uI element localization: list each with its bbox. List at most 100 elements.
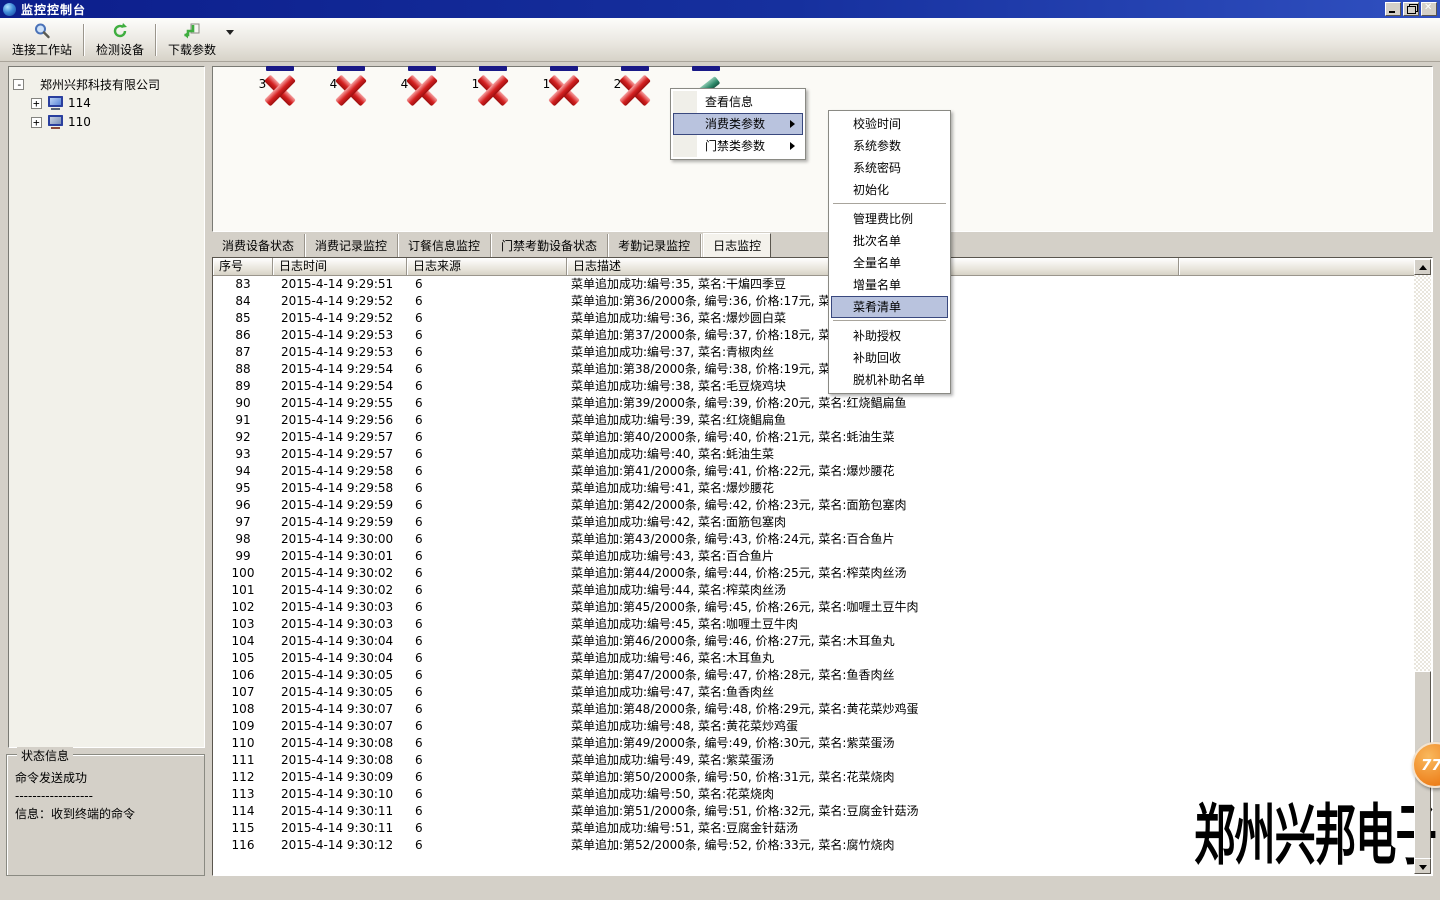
log-cell-id: 106: [213, 667, 273, 684]
log-row[interactable]: 89 2015-4-14 9:29:54 6 菜单追加成功:编号:38, 菜名:…: [213, 378, 1414, 395]
log-cell-id: 93: [213, 446, 273, 463]
col-header-source[interactable]: 日志来源: [407, 258, 567, 276]
submenu-item[interactable]: 全量名单: [831, 252, 948, 274]
submenu-item[interactable]: 批次名单: [831, 230, 948, 252]
device-item[interactable]: 1: [440, 75, 511, 91]
restore-button[interactable]: [1403, 2, 1419, 16]
device-item[interactable]: [653, 75, 724, 77]
scroll-up-icon[interactable]: [1414, 259, 1431, 275]
expand-icon[interactable]: [31, 117, 42, 128]
detect-device-label: 检测设备: [96, 41, 144, 58]
tab[interactable]: 日志监控: [703, 233, 771, 258]
log-row[interactable]: 104 2015-4-14 9:30:04 6 菜单追加:第46/2000条, …: [213, 633, 1414, 650]
close-button[interactable]: [1421, 2, 1437, 16]
submenu-item[interactable]: 校验时间: [831, 113, 948, 135]
log-cell-desc: 菜单追加成功:编号:40, 菜名:蚝油生菜: [567, 446, 1179, 463]
log-row[interactable]: 86 2015-4-14 9:29:53 6 菜单追加:第37/2000条, 编…: [213, 327, 1414, 344]
submenu-item[interactable]: [831, 201, 948, 208]
log-row[interactable]: 91 2015-4-14 9:29:56 6 菜单追加成功:编号:39, 菜名:…: [213, 412, 1414, 429]
log-cell-id: 98: [213, 531, 273, 548]
tab[interactable]: 门禁考勤设备状态: [491, 234, 608, 257]
download-params-dropdown-icon[interactable]: [226, 30, 234, 35]
log-row[interactable]: 102 2015-4-14 9:30:03 6 菜单追加:第45/2000条, …: [213, 599, 1414, 616]
log-row[interactable]: 93 2015-4-14 9:29:57 6 菜单追加成功:编号:40, 菜名:…: [213, 446, 1414, 463]
log-cell-id: 87: [213, 344, 273, 361]
log-row[interactable]: 92 2015-4-14 9:29:57 6 菜单追加:第40/2000条, 编…: [213, 429, 1414, 446]
log-cell-id: 113: [213, 786, 273, 803]
log-cell-desc: 菜单追加成功:编号:45, 菜名:咖喱土豆牛肉: [567, 616, 1179, 633]
tab[interactable]: 消费记录监控: [305, 234, 398, 257]
detect-device-button[interactable]: 检测设备: [88, 20, 152, 60]
log-cell-desc: 菜单追加成功:编号:49, 菜名:紫菜蛋汤: [567, 752, 1179, 769]
tab[interactable]: 订餐信息监控: [398, 234, 491, 257]
log-row[interactable]: 100 2015-4-14 9:30:02 6 菜单追加:第44/2000条, …: [213, 565, 1414, 582]
log-row[interactable]: 109 2015-4-14 9:30:07 6 菜单追加成功:编号:48, 菜名…: [213, 718, 1414, 735]
log-row[interactable]: 110 2015-4-14 9:30:08 6 菜单追加:第49/2000条, …: [213, 735, 1414, 752]
log-row[interactable]: 99 2015-4-14 9:30:01 6 菜单追加成功:编号:43, 菜名:…: [213, 548, 1414, 565]
log-cell-time: 2015-4-14 9:29:54: [273, 361, 407, 378]
log-cell-id: 85: [213, 310, 273, 327]
log-row[interactable]: 107 2015-4-14 9:30:05 6 菜单追加成功:编号:47, 菜名…: [213, 684, 1414, 701]
toolbar: 连接工作站 检测设备 下载参数: [0, 18, 1440, 62]
expand-icon[interactable]: [31, 98, 42, 109]
log-row[interactable]: 94 2015-4-14 9:29:58 6 菜单追加:第41/2000条, 编…: [213, 463, 1414, 480]
log-row[interactable]: 111 2015-4-14 9:30:08 6 菜单追加成功:编号:49, 菜名…: [213, 752, 1414, 769]
tab[interactable]: 考勤记录监控: [608, 234, 701, 257]
collapse-icon[interactable]: [13, 79, 24, 90]
log-cell-source: 6: [407, 310, 567, 327]
log-cell-time: 2015-4-14 9:30:09: [273, 769, 407, 786]
log-row[interactable]: 103 2015-4-14 9:30:03 6 菜单追加成功:编号:45, 菜名…: [213, 616, 1414, 633]
submenu-item[interactable]: 补助授权: [831, 325, 948, 347]
device-item[interactable]: 2: [582, 75, 653, 91]
log-row[interactable]: 90 2015-4-14 9:29:55 6 菜单追加:第39/2000条, 编…: [213, 395, 1414, 412]
refresh-icon: [111, 22, 129, 40]
submenu-item[interactable]: 菜肴清单: [831, 296, 948, 318]
connect-workstation-button[interactable]: 连接工作站: [4, 20, 80, 60]
tab[interactable]: 消费设备状态: [212, 234, 305, 257]
log-row[interactable]: 85 2015-4-14 9:29:52 6 菜单追加成功:编号:36, 菜名:…: [213, 310, 1414, 327]
log-cell-source: 6: [407, 361, 567, 378]
log-row[interactable]: 97 2015-4-14 9:29:59 6 菜单追加成功:编号:42, 菜名:…: [213, 514, 1414, 531]
submenu-item[interactable]: 管理费比例: [831, 208, 948, 230]
log-row[interactable]: 83 2015-4-14 9:29:51 6 菜单追加成功:编号:35, 菜名:…: [213, 276, 1414, 293]
log-cell-source: 6: [407, 480, 567, 497]
col-header-id[interactable]: 序号: [213, 258, 273, 276]
log-row[interactable]: 108 2015-4-14 9:30:07 6 菜单追加:第48/2000条, …: [213, 701, 1414, 718]
log-row[interactable]: 95 2015-4-14 9:29:58 6 菜单追加成功:编号:41, 菜名:…: [213, 480, 1414, 497]
log-row[interactable]: 87 2015-4-14 9:29:53 6 菜单追加成功:编号:37, 菜名:…: [213, 344, 1414, 361]
log-row[interactable]: 106 2015-4-14 9:30:05 6 菜单追加:第47/2000条, …: [213, 667, 1414, 684]
device-item[interactable]: 1: [511, 75, 582, 91]
log-row[interactable]: 98 2015-4-14 9:30:00 6 菜单追加:第43/2000条, 编…: [213, 531, 1414, 548]
col-header-time[interactable]: 日志时间: [273, 258, 407, 276]
download-params-button[interactable]: 下载参数: [160, 20, 224, 60]
log-cell-time: 2015-4-14 9:29:56: [273, 412, 407, 429]
log-row[interactable]: 96 2015-4-14 9:29:59 6 菜单追加:第42/2000条, 编…: [213, 497, 1414, 514]
submenu-item[interactable]: 脱机补助名单: [831, 369, 948, 391]
device-item[interactable]: 3: [227, 75, 298, 91]
context-menu-item[interactable]: 门禁类参数: [673, 135, 803, 157]
tree-node[interactable]: 114: [13, 94, 200, 112]
context-menu-item[interactable]: 消费类参数: [673, 113, 803, 135]
device-item[interactable]: 4: [369, 75, 440, 91]
log-cell-source: 6: [407, 667, 567, 684]
submenu-item[interactable]: 系统参数: [831, 135, 948, 157]
log-row[interactable]: 105 2015-4-14 9:30:04 6 菜单追加成功:编号:46, 菜名…: [213, 650, 1414, 667]
context-menu-item[interactable]: 查看信息: [673, 91, 803, 113]
device-item[interactable]: 4: [298, 75, 369, 91]
submenu-item[interactable]: 增量名单: [831, 274, 948, 296]
submenu-item[interactable]: 补助回收: [831, 347, 948, 369]
submenu-item[interactable]: 系统密码: [831, 157, 948, 179]
scroll-down-icon[interactable]: [1414, 858, 1431, 874]
submenu-item[interactable]: 初始化: [831, 179, 948, 201]
log-row[interactable]: 101 2015-4-14 9:30:02 6 菜单追加成功:编号:44, 菜名…: [213, 582, 1414, 599]
tree-root[interactable]: 郑州兴邦科技有限公司: [13, 75, 200, 93]
minimize-button[interactable]: [1385, 2, 1401, 16]
log-cell-source: 6: [407, 327, 567, 344]
log-row[interactable]: 88 2015-4-14 9:29:54 6 菜单追加:第38/2000条, 编…: [213, 361, 1414, 378]
log-row[interactable]: 84 2015-4-14 9:29:52 6 菜单追加:第36/2000条, 编…: [213, 293, 1414, 310]
log-cell-id: 97: [213, 514, 273, 531]
tree-node[interactable]: 110: [13, 113, 200, 131]
log-cell-id: 86: [213, 327, 273, 344]
submenu-item[interactable]: [831, 318, 948, 325]
log-cell-id: 89: [213, 378, 273, 395]
